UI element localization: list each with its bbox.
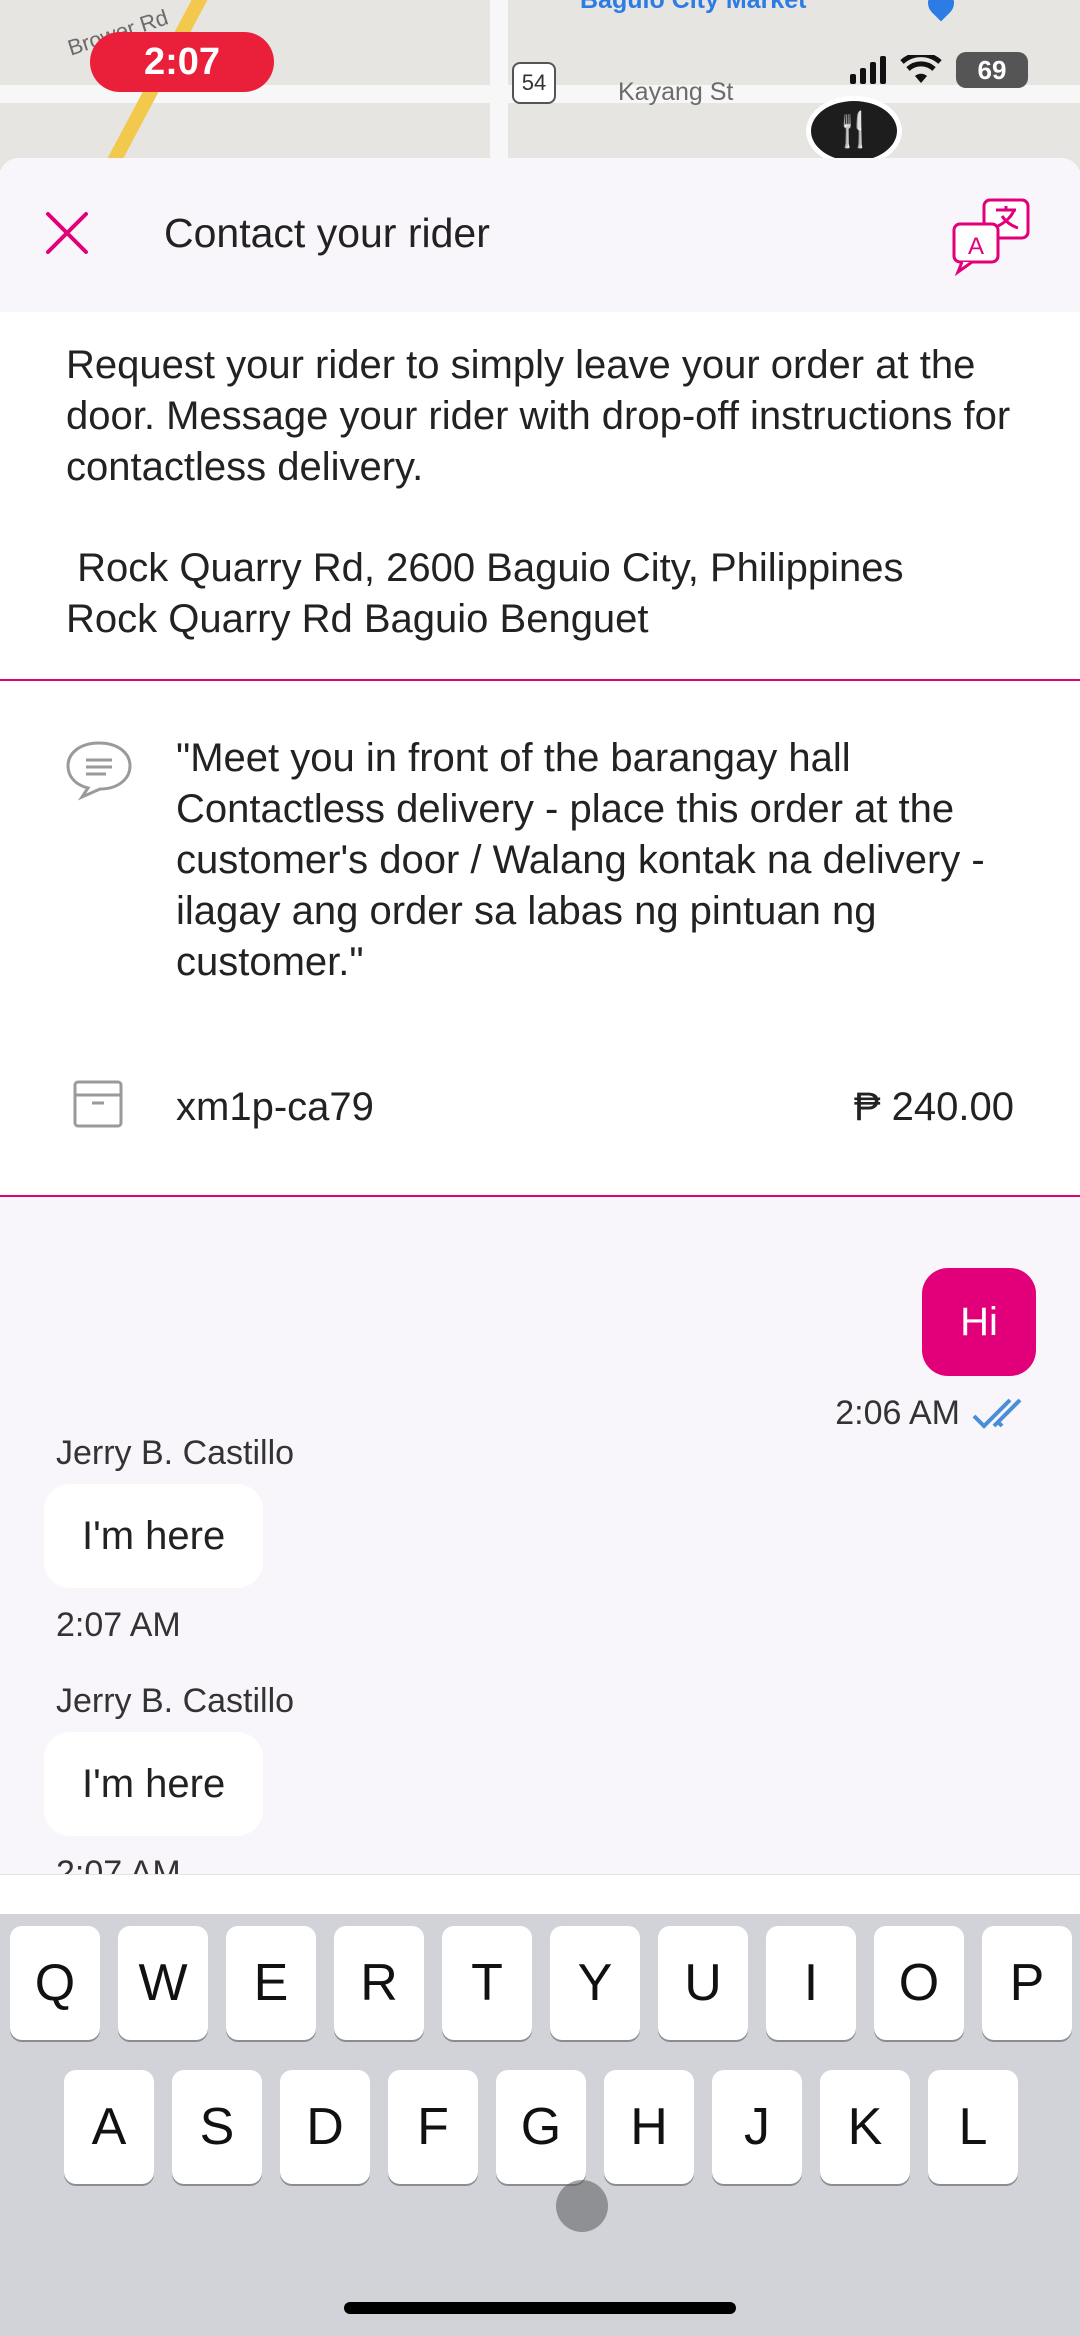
wifi-icon [900, 55, 942, 83]
page-title: Contact your rider [164, 210, 490, 256]
map-street-label: Kayang St [618, 78, 734, 106]
message-time: 2:06 AM [835, 1394, 960, 1432]
order-total: ₱ 240.00 [853, 1085, 1014, 1129]
status-time: 2:07 [90, 32, 274, 92]
sheet-header: Contact your rider A [0, 158, 1080, 312]
key-f[interactable]: F [388, 2070, 478, 2184]
route-shield: 54 [512, 62, 556, 104]
key-k[interactable]: K [820, 2070, 910, 2184]
delivery-info: Request your rider to simply leave your … [0, 312, 1080, 681]
key-p[interactable]: P [982, 1926, 1072, 2040]
chat-thread[interactable]: Hi 2:06 AM Jerry B. Castillo I'm here 2:… [0, 1198, 1080, 1874]
key-g[interactable]: G [496, 2070, 586, 2184]
key-o[interactable]: O [874, 1926, 964, 2040]
key-a[interactable]: A [64, 2070, 154, 2184]
message-bubble-incoming: I'm here [44, 1732, 264, 1836]
map-pin-icon [922, 0, 960, 22]
order-details: "Meet you in front of the barangay hall … [0, 681, 1080, 1197]
home-indicator[interactable] [344, 2302, 736, 2314]
delivery-address-line2: Rock Quarry Rd Baguio Benguet [66, 597, 649, 641]
key-r[interactable]: R [334, 1926, 424, 2040]
fork-knife-icon[interactable]: 🍴 [806, 96, 902, 166]
signal-icon [850, 56, 886, 84]
translate-icon[interactable]: A [950, 196, 1034, 276]
key-w[interactable]: W [118, 1926, 208, 2040]
key-u[interactable]: U [658, 1926, 748, 2040]
key-e[interactable]: E [226, 1926, 316, 2040]
key-s[interactable]: S [172, 2070, 262, 2184]
message-time: 2:07 AM [56, 1606, 181, 1644]
key-t[interactable]: T [442, 1926, 532, 2040]
map-market-label: Baguio City Market [580, 0, 807, 14]
order-id: xm1p-ca79 [176, 1085, 374, 1129]
svg-text:A: A [968, 233, 984, 260]
touch-indicator [556, 2180, 608, 2232]
key-h[interactable]: H [604, 2070, 694, 2184]
status-indicators: 69 [850, 52, 1028, 88]
close-icon[interactable] [42, 208, 92, 258]
map-road [490, 0, 508, 170]
message-sender: Jerry B. Castillo [56, 1682, 295, 1720]
key-l[interactable]: L [928, 2070, 1018, 2184]
key-d[interactable]: D [280, 2070, 370, 2184]
contactless-instruction: Request your rider to simply leave your … [66, 343, 1011, 489]
key-i[interactable]: I [766, 1926, 856, 2040]
chat-note-icon [66, 741, 132, 801]
message-bubble-incoming: I'm here [44, 1484, 264, 1588]
key-q[interactable]: Q [10, 1926, 100, 2040]
rider-note: "Meet you in front of the barangay hall … [176, 736, 985, 984]
key-y[interactable]: Y [550, 1926, 640, 2040]
message-time: 2:07 AM [56, 1854, 181, 1874]
message-bubble-outgoing: Hi [922, 1268, 1036, 1376]
box-icon [73, 1080, 123, 1128]
message-sender: Jerry B. Castillo [56, 1434, 295, 1472]
key-j[interactable]: J [712, 2070, 802, 2184]
delivery-address-line1: Rock Quarry Rd, 2600 Baguio City, Philip… [66, 546, 904, 590]
battery-indicator: 69 [956, 52, 1028, 88]
read-receipt-icon [972, 1398, 1022, 1429]
on-screen-keyboard: Q W E R T Y U I O P A S D F G H J K L [0, 1914, 1080, 2336]
